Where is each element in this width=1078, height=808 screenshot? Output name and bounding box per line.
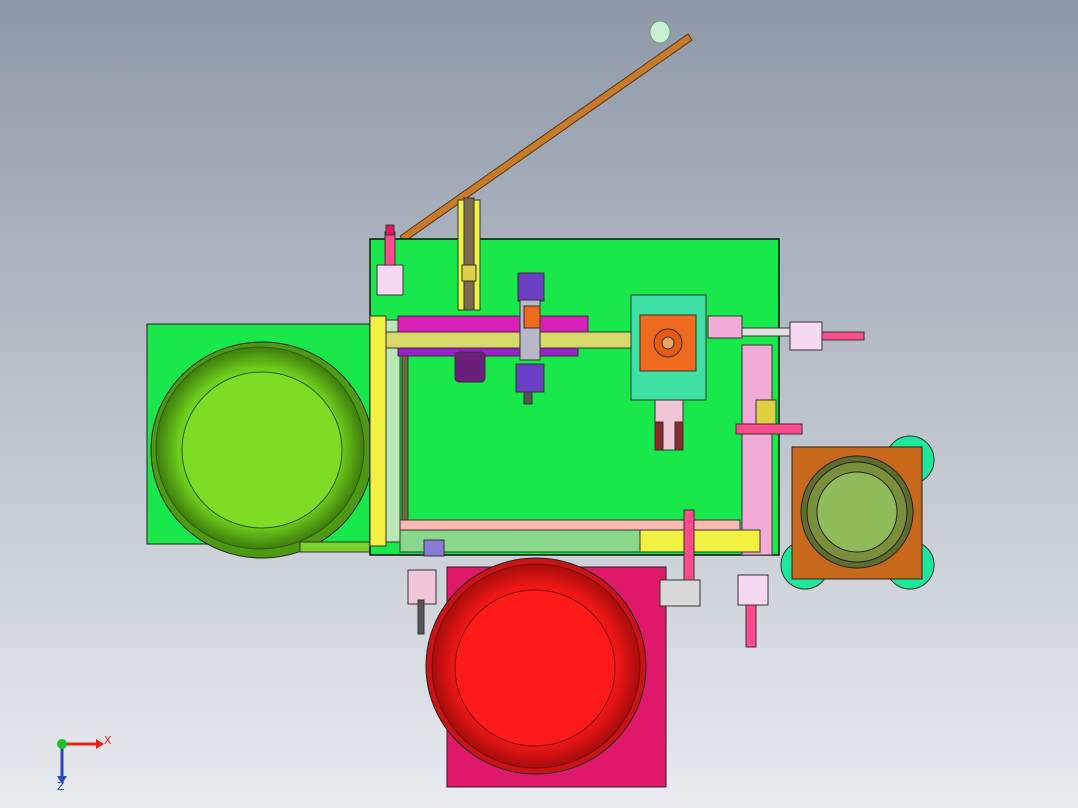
slide-unit[interactable] <box>515 272 545 405</box>
main-base-plate[interactable] <box>369 238 780 556</box>
x-axis-label: X <box>104 734 112 747</box>
right-vibratory-bowl[interactable] <box>780 435 935 590</box>
bottom-vibratory-bowl[interactable] <box>425 557 667 788</box>
y-axis-indicator <box>57 739 67 749</box>
upright-column[interactable] <box>457 197 481 311</box>
z-axis-label: Z <box>57 780 65 793</box>
cad-viewport[interactable]: X Z <box>0 0 1078 808</box>
left-vibratory-bowl[interactable] <box>146 323 381 559</box>
cad-model-view[interactable]: X Z <box>0 0 1078 808</box>
bottom-feed-rail[interactable] <box>399 519 761 553</box>
